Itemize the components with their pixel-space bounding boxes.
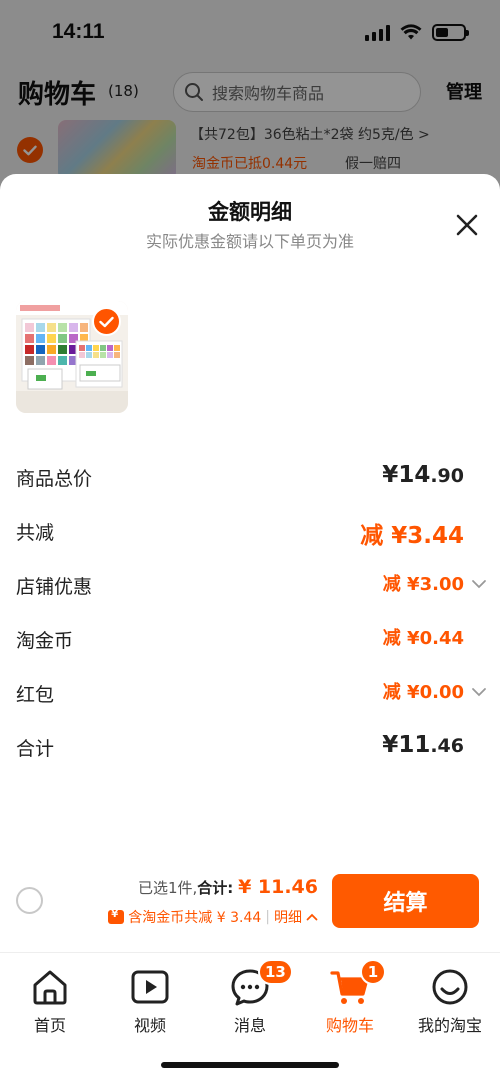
sheet-subtitle: 实际优惠金额请以下单页为准 <box>145 232 354 251</box>
home-icon <box>33 970 67 1005</box>
checkmark-icon <box>99 316 114 327</box>
product-selected-check[interactable] <box>92 307 121 336</box>
tab-label: 消息 <box>233 1016 266 1035</box>
row-label: 红包 <box>16 684 55 706</box>
row-total-discount: 共减 减 ¥3.44 <box>0 512 500 552</box>
row-value: ¥11.46 <box>382 732 464 758</box>
sheet-title: 金额明细 <box>208 200 292 224</box>
home-indicator <box>161 1062 339 1068</box>
row-label: 合计 <box>16 738 55 760</box>
selected-summary: 已选1件,合计: ¥ 11.46 <box>138 876 318 898</box>
detail-separator: | <box>265 909 270 925</box>
total-label: 合计: <box>197 879 234 897</box>
chevron-down-icon[interactable] <box>470 578 488 590</box>
detail-toggle[interactable]: 明细 <box>274 907 302 927</box>
row-value: 减 ¥3.44 <box>360 523 464 549</box>
discount-summary[interactable]: 含淘金币共减 ¥ 3.44 | 明细 <box>108 907 318 927</box>
selected-count: 已选1件, <box>137 879 198 897</box>
total-amount: ¥ 11.46 <box>238 876 318 898</box>
close-icon[interactable] <box>452 210 482 240</box>
checkout-button[interactable]: 结算 <box>332 874 479 928</box>
smile-face-icon <box>432 969 468 1005</box>
row-label: 共减 <box>16 522 55 544</box>
cart-badge: 1 <box>360 959 386 985</box>
row-value: 减 ¥0.44 <box>382 628 464 649</box>
row-red-packet[interactable]: 红包 减 ¥0.00 <box>0 674 500 714</box>
row-value: 减 ¥0.00 <box>382 682 464 703</box>
tab-video[interactable]: 视频 <box>100 967 200 1037</box>
row-label: 淘金币 <box>16 630 74 652</box>
tab-label: 我的淘宝 <box>417 1016 482 1035</box>
row-store-discount[interactable]: 店铺优惠 减 ¥3.00 <box>0 566 500 606</box>
row-goods-total: 商品总价 ¥14.90 <box>0 458 500 498</box>
chevron-down-icon[interactable] <box>470 686 488 698</box>
coupon-icon <box>108 909 125 924</box>
tab-home[interactable]: 首页 <box>0 967 100 1037</box>
row-grand-total: 合计 ¥11.46 <box>0 728 500 768</box>
row-label: 店铺优惠 <box>16 576 93 598</box>
message-badge: 13 <box>258 959 293 985</box>
row-taojinbi: 淘金币 减 ¥0.44 <box>0 620 500 660</box>
tab-cart[interactable]: 1 购物车 <box>300 959 400 1037</box>
row-label: 商品总价 <box>16 468 93 490</box>
video-play-icon <box>131 970 169 1004</box>
tab-label: 视频 <box>133 1016 166 1035</box>
row-value: 减 ¥3.00 <box>382 574 464 595</box>
tab-messages[interactable]: 13 消息 <box>200 959 300 1037</box>
tab-my-taobao[interactable]: 我的淘宝 <box>400 967 500 1037</box>
chevron-up-icon[interactable] <box>306 913 318 921</box>
discount-text: 含淘金币共减 ¥ 3.44 <box>128 910 262 926</box>
row-value: ¥14.90 <box>382 462 464 488</box>
select-all-checkbox[interactable] <box>16 887 43 914</box>
checkout-bar: 已选1件,合计: ¥ 11.46 含淘金币共减 ¥ 3.44 | 明细 结算 <box>0 862 500 952</box>
tab-label: 首页 <box>33 1016 66 1035</box>
tab-label: 购物车 <box>325 1016 374 1035</box>
